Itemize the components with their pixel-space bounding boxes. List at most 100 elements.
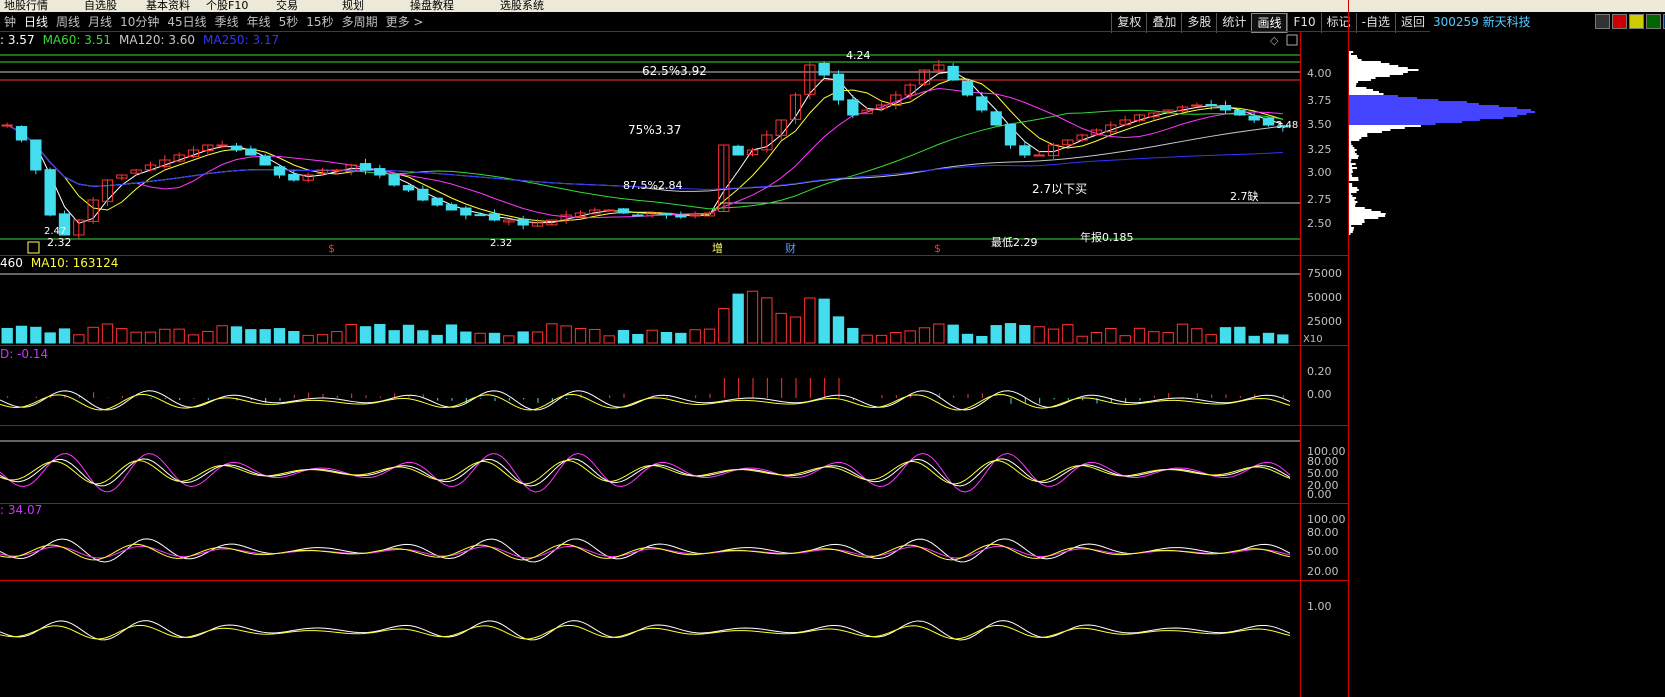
volume-bar [933, 323, 945, 344]
volume-bar [87, 326, 99, 344]
chip-distribution [1349, 51, 1536, 235]
volume-bar [1033, 326, 1045, 344]
volume-bar [173, 328, 185, 344]
axis-label: 2.50 [1307, 217, 1332, 230]
volume-bar [15, 325, 28, 344]
volume-bar [976, 335, 988, 344]
axis-label: 0.20 [1307, 365, 1332, 378]
axis-label: 0.00 [1307, 488, 1332, 501]
macd-histogram [7, 378, 1284, 404]
stock-chart[interactable]: 4.00 3.75 3.50 3.25 3.00 2.75 2.50 75000 50000 25… [0, 0, 1665, 697]
volume-bar [589, 328, 601, 344]
volume-bar [503, 335, 515, 344]
volume-bar [1262, 332, 1275, 344]
macd-bar [322, 393, 324, 398]
volume-bar [1176, 323, 1189, 344]
volume-bar [460, 331, 472, 344]
diamond-icon[interactable]: ◇ [1270, 34, 1279, 47]
volume-bar [1119, 335, 1131, 344]
candle-body [431, 197, 443, 206]
volume-bar [646, 329, 658, 344]
candle-body [1234, 109, 1246, 116]
volume-bar [216, 325, 228, 344]
volume-bar [947, 324, 959, 344]
volume-bar [1047, 328, 1060, 344]
macd-bar [336, 395, 338, 398]
volume-bar [101, 323, 114, 344]
candle-body [1219, 104, 1232, 111]
macd-bar [1067, 398, 1069, 400]
volume-bar [775, 312, 787, 344]
marker-icon[interactable] [27, 241, 40, 254]
candle-body [1262, 117, 1275, 126]
volume-bar [1205, 334, 1217, 344]
oscillator-line [0, 452, 1291, 493]
volume-bar [861, 334, 873, 344]
volume-bar [1019, 324, 1031, 344]
macd-bar [895, 395, 897, 398]
volume-bar [1219, 327, 1232, 344]
volume-bar [531, 331, 544, 344]
macd-bar [809, 378, 811, 398]
macd-bar [953, 395, 955, 398]
event-marker: $ [934, 242, 941, 255]
candle-body [603, 209, 615, 212]
candle-body [273, 166, 286, 176]
volume-bar [832, 316, 845, 344]
volume-bar [1004, 323, 1017, 344]
axis-label: 50000 [1307, 291, 1342, 304]
volume-bar [703, 328, 716, 344]
macd-bar [781, 378, 783, 398]
volume-bar [302, 334, 314, 344]
macd-bar [723, 378, 725, 398]
volume-bar [445, 324, 458, 344]
candle-body [445, 204, 458, 211]
macd-bar [121, 395, 123, 398]
axis-label: 1.00 [1307, 600, 1332, 613]
volume-bar [718, 308, 730, 344]
volume-bar [675, 332, 687, 344]
candle-body [30, 139, 42, 171]
macd-bar [193, 398, 195, 399]
macd-bar [1168, 393, 1170, 398]
candle-body [818, 62, 830, 76]
panel-toggle-icon[interactable] [1286, 34, 1298, 46]
candle-body [288, 173, 300, 181]
volume-bar [245, 329, 257, 344]
candle-body [1019, 145, 1031, 156]
event-marker: 增 [712, 241, 723, 255]
macd-bar [1053, 398, 1055, 400]
macd-bar [480, 398, 482, 399]
volume-bar [474, 332, 486, 344]
fib-75-label: 75%3.37 [628, 123, 681, 137]
volume-bar [44, 332, 56, 344]
volume-bar [1062, 324, 1074, 344]
macd-bar [609, 395, 611, 398]
volume-bar [1076, 335, 1088, 344]
low-label: 2.32 [47, 236, 72, 249]
macd-bar [996, 397, 998, 398]
gap-note-label: 2.7缺 [1230, 189, 1259, 203]
volume-bar [345, 324, 357, 344]
macd-bar [107, 397, 109, 398]
macd-bar [164, 398, 166, 399]
volume-bar [847, 327, 859, 344]
volume-bar [230, 326, 243, 344]
volume-bar [1234, 326, 1246, 344]
axis-label: 80.00 [1307, 526, 1339, 539]
macd-bar [494, 398, 496, 401]
volume-bar [1, 327, 13, 344]
volume-bar [1248, 335, 1260, 344]
event-marker: $ [328, 242, 335, 255]
candle-body [1205, 103, 1217, 106]
macd-bar [179, 398, 181, 400]
volume-bar [517, 331, 529, 344]
volume-bar [660, 331, 673, 344]
report-label: 年报0.185 [1080, 230, 1134, 244]
event-marker: 财 [785, 241, 796, 255]
macd-bar [1225, 394, 1227, 398]
volume-bar [116, 328, 128, 344]
candle-body [947, 65, 959, 81]
volume-bar [746, 290, 759, 344]
volume-bar [546, 323, 558, 344]
